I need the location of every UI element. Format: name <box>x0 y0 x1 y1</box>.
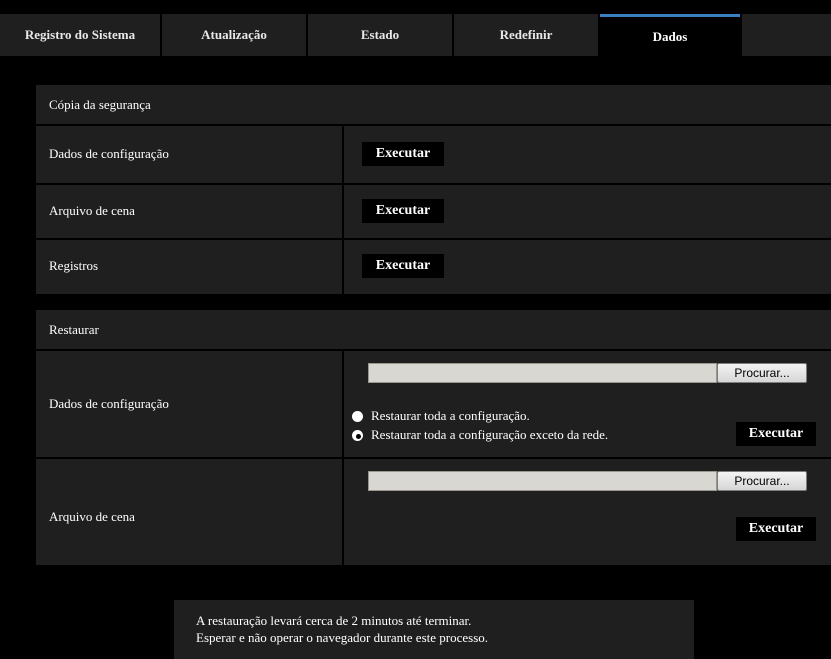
restore-scene-file-input[interactable] <box>368 471 717 491</box>
tab-system-log[interactable]: Registro do Sistema <box>0 14 160 56</box>
row-divider <box>342 459 344 565</box>
backup-scene-label: Arquivo de cena <box>49 203 135 218</box>
radio-unselected[interactable] <box>352 410 363 422</box>
restore-config-browse-button[interactable]: Procurar... <box>717 363 807 383</box>
backup-config-execute-button[interactable]: Executar <box>362 142 444 166</box>
restore-scene-label: Arquivo de cena <box>49 509 135 524</box>
restore-scene-execute-button[interactable]: Executar <box>736 517 816 541</box>
restore-title: Restaurar <box>36 310 831 349</box>
backup-config-label: Dados de configuração <box>49 146 169 161</box>
restore-option-all-label: Restaurar toda a configuração. <box>371 408 530 423</box>
restore-option-except-network[interactable]: Restaurar toda a configuração exceto da … <box>352 427 608 443</box>
backup-row-config: Dados de configuração Executar <box>36 126 831 183</box>
restore-scene-browse-button[interactable]: Procurar... <box>717 471 807 491</box>
backup-scene-execute-button[interactable]: Executar <box>362 199 444 223</box>
restore-config-file-input[interactable] <box>368 363 717 383</box>
tab-update[interactable]: Atualização <box>162 14 306 56</box>
restore-option-except-network-label: Restaurar toda a configuração exceto da … <box>371 427 609 442</box>
restore-row-scene: Arquivo de cena Procurar... Executar <box>36 459 831 565</box>
backup-row-logs: Registros Executar <box>36 240 831 294</box>
tab-data[interactable]: Dados <box>600 14 740 56</box>
radio-selected[interactable] <box>352 429 363 441</box>
tab-bar: Registro do Sistema Atualização Estado R… <box>0 14 831 56</box>
row-divider <box>342 240 344 294</box>
restore-config-execute-button[interactable]: Executar <box>736 422 816 446</box>
tab-status[interactable]: Estado <box>308 14 452 56</box>
notice-line-2: Esperar e não operar o navegador durante… <box>196 630 489 645</box>
row-divider <box>342 185 344 238</box>
backup-row-scene: Arquivo de cena Executar <box>36 185 831 238</box>
restore-notice: A restauração levará cerca de 2 minutos … <box>174 600 694 659</box>
restore-config-label: Dados de configuração <box>49 396 169 411</box>
tab-empty <box>742 14 831 56</box>
restore-row-config: Dados de configuração Procurar... Restau… <box>36 351 831 457</box>
tab-reset[interactable]: Redefinir <box>454 14 598 56</box>
notice-line-1: A restauração levará cerca de 2 minutos … <box>196 613 472 628</box>
backup-logs-label: Registros <box>49 258 99 273</box>
backup-logs-execute-button[interactable]: Executar <box>362 254 444 278</box>
row-divider <box>342 126 344 183</box>
backup-title: Cópia da segurança <box>36 85 831 124</box>
row-divider <box>342 351 344 457</box>
restore-option-all[interactable]: Restaurar toda a configuração. <box>352 408 530 424</box>
